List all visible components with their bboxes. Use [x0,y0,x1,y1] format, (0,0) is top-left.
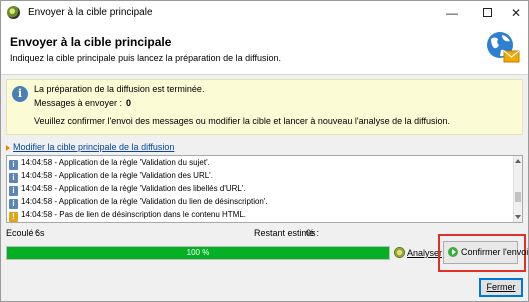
analyse-label: Analyser [407,248,443,258]
elapsed-value: 6s [35,228,45,238]
warning-icon: ! [9,212,18,222]
dialog-window: Envoyer à la cible principale — ✕ Envoye… [0,0,529,302]
log-text: 14:04:58 - Pas de lien de désinscription… [21,210,247,219]
globe-mail-icon [487,32,520,63]
close-window-button[interactable]: ✕ [501,1,529,25]
maximize-icon [482,8,492,18]
analyse-icon [394,247,405,258]
analyse-button[interactable]: Analyser [394,246,442,260]
log-row: i 14:04:58 - Application de la règle 'Val… [9,183,246,196]
progress-percent: 100 % [186,248,210,257]
play-icon [448,247,458,257]
dialog-header: Envoyer à la cible principale Indiquez l… [1,25,528,75]
log-row: ! 14:04:58 - Pas de lien de désinscriptio… [9,209,247,222]
confirm-label: Confirmer l'envoi [461,247,529,257]
minimize-button[interactable]: — [437,1,467,25]
modify-target-row: Modifier la cible principale de la diffu… [6,142,174,152]
info-icon: i [9,186,18,196]
scroll-thumb[interactable] [515,192,521,202]
arrow-right-icon [6,144,10,151]
header-subtitle: Indiquez la cible principale puis lancez… [10,53,282,63]
window-title: Envoyer à la cible principale [28,7,153,18]
log-scrollbar[interactable] [513,156,522,222]
log-list[interactable]: i 14:04:58 - Application de la règle 'Val… [6,155,523,223]
close-label: Fermer [486,282,516,292]
log-text: 14:04:58 - Application de la règle 'Vali… [21,158,210,167]
log-row: i 14:04:58 - Application de la règle 'Val… [9,196,268,209]
app-icon [7,6,20,19]
info-icon: i [9,199,18,209]
maximize-button[interactable] [472,1,502,25]
elapsed-label: Ecoulé : [6,228,39,238]
log-text: 14:04:58 - Application de la règle 'Vali… [21,197,268,206]
confirm-send-button[interactable]: Confirmer l'envoi [443,241,528,264]
header-title: Envoyer à la cible principale [10,35,172,49]
info-panel: i La préparation de la diffusion est ter… [6,79,523,135]
messages-label: Messages à envoyer : [34,98,123,108]
messages-count: 0 [126,98,132,108]
log-row: i 14:04:58 - Application de la règle 'Val… [9,170,213,183]
modify-target-link[interactable]: Modifier la cible principale de la diffu… [13,142,174,152]
info-instruction: Veuillez confirmer l'envoi des messages … [34,116,451,126]
progress-bar: 100 % [6,246,390,260]
info-icon: i [12,86,28,102]
info-icon: i [9,160,18,170]
close-button[interactable]: Fermer [479,278,523,297]
messages-to-send: Messages à envoyer :0 [34,98,131,108]
scroll-down-icon[interactable] [515,215,521,219]
log-row: i 14:04:58 - Application de la règle 'Val… [9,157,210,170]
info-icon: i [9,173,18,183]
title-bar: Envoyer à la cible principale — ✕ [1,1,528,25]
remaining-value: 0s [306,228,316,238]
scroll-up-icon[interactable] [515,159,521,163]
log-text: 14:04:58 - Application de la règle 'Vali… [21,171,213,180]
info-status: La préparation de la diffusion est termi… [34,84,205,94]
log-text: 14:04:58 - Application de la règle 'Vali… [21,184,246,193]
